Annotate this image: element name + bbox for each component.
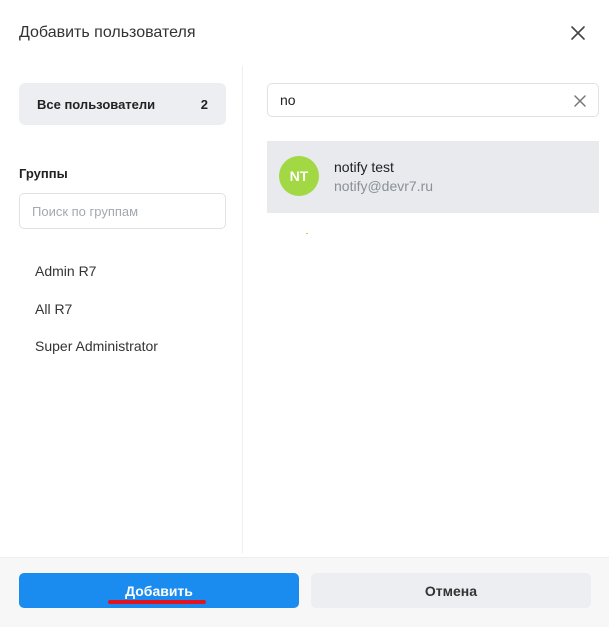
cancel-button[interactable]: Отмена xyxy=(311,573,591,608)
dialog-footer: Добавить Отмена xyxy=(0,557,609,627)
user-search-box xyxy=(267,83,599,117)
groups-pane: Все пользователи 2 Группы Admin R7 All R… xyxy=(0,66,243,553)
all-users-count: 2 xyxy=(200,96,208,112)
group-item-admin-r7[interactable]: Admin R7 xyxy=(35,259,158,297)
group-item-all-r7[interactable]: All R7 xyxy=(35,297,158,335)
user-name: notify test xyxy=(334,159,394,175)
clear-search-icon[interactable] xyxy=(574,94,586,107)
groups-heading: Группы xyxy=(19,166,68,181)
all-users-label: Все пользователи xyxy=(37,96,156,112)
users-pane: NT notify test notify@devr7.ru xyxy=(243,66,609,553)
group-item-super-administrator[interactable]: Super Administrator xyxy=(35,334,158,372)
add-user-dialog: Добавить пользователя Все пользователи 2… xyxy=(0,0,609,627)
user-search-input[interactable] xyxy=(268,84,598,116)
all-users-item[interactable]: Все пользователи 2 xyxy=(19,83,226,125)
user-list-item[interactable]: NT notify test notify@devr7.ru xyxy=(267,141,599,213)
user-email: notify@devr7.ru xyxy=(334,178,434,194)
group-search-input[interactable] xyxy=(19,193,226,229)
dialog-header: Добавить пользователя xyxy=(0,0,609,66)
dialog-title: Добавить пользователя xyxy=(19,24,196,41)
red-underline-annotation xyxy=(108,600,206,604)
close-icon[interactable] xyxy=(569,24,587,42)
group-list: Admin R7 All R7 Super Administrator xyxy=(35,259,158,372)
stray-dot xyxy=(306,233,308,234)
avatar: NT xyxy=(279,156,319,196)
